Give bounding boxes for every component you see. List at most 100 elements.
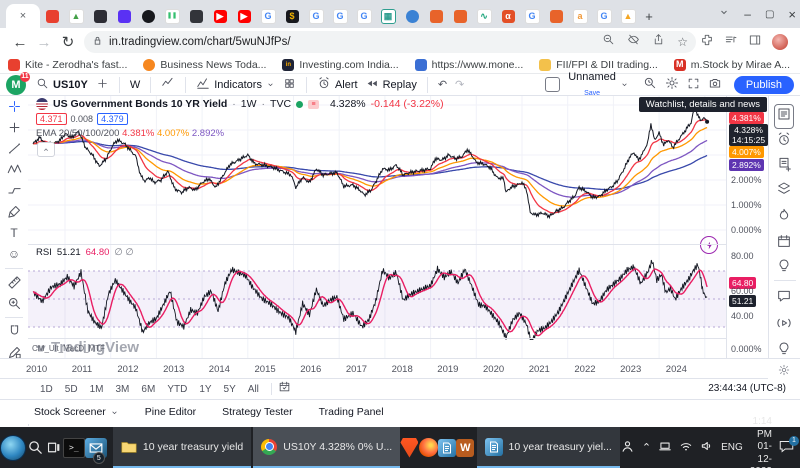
quick-search-button[interactable] [639, 76, 661, 93]
undo-button[interactable]: ↶ [434, 78, 451, 91]
taskbar-folder-window[interactable]: 10 year treasury yield [113, 427, 251, 468]
bookmark-item[interactable]: https://www.mone... [415, 59, 524, 71]
tab-broker-app-favicon[interactable] [88, 4, 112, 28]
range-1d[interactable]: 1D [34, 383, 59, 396]
window-close-button[interactable]: × [788, 7, 796, 22]
tab-browser-orb-favicon[interactable] [400, 4, 424, 28]
tab-moneycontrol-favicon[interactable] [424, 4, 448, 28]
new-tab-button[interactable]: + [640, 4, 658, 28]
taskbar-search-icon[interactable] [26, 427, 44, 468]
chart-style-button[interactable] [157, 76, 179, 93]
watchlist-icon[interactable] [774, 104, 794, 129]
alerts-icon[interactable] [776, 131, 792, 152]
window-minimize-button[interactable]: – [744, 7, 751, 21]
chat-icon[interactable] [776, 288, 792, 309]
object-tree-icon[interactable] [776, 181, 792, 202]
tab-console-favicon[interactable]: ▲ [64, 4, 88, 28]
tab-google-favicon-2[interactable]: G [304, 4, 328, 28]
tab-kite-favicon[interactable] [40, 4, 64, 28]
time-axis[interactable]: 2010201120122013201420152016201720182019… [0, 358, 768, 379]
speaker-icon[interactable] [700, 439, 714, 456]
range-5d[interactable]: 5D [59, 383, 84, 396]
notepad-plus-icon[interactable] [438, 427, 456, 468]
tab-alpha-favicon[interactable]: α [496, 4, 520, 28]
snapshot-camera-button[interactable] [704, 76, 726, 93]
brush-tool[interactable] [0, 201, 28, 222]
tab-moneycontrol-favicon-3[interactable] [544, 4, 568, 28]
alert-button[interactable]: Alert [313, 76, 362, 93]
word-icon[interactable]: W [456, 427, 474, 468]
tab-upstox-favicon[interactable] [112, 4, 136, 28]
symbol-search-button[interactable]: US10Y [32, 77, 92, 93]
symbol-legend[interactable]: US Government Bonds 10 YR Yield ·1W ·TVC… [36, 98, 444, 110]
add-symbol-button[interactable] [92, 77, 113, 93]
zoom-in-tool[interactable] [0, 293, 28, 314]
tab-amazon-favicon[interactable]: a [568, 4, 592, 28]
taskbar-chrome-window[interactable]: US10Y 4.328% 0% U... [253, 427, 400, 468]
reading-list-icon[interactable] [724, 33, 738, 52]
chart-settings-button[interactable] [661, 76, 683, 93]
tab-google-favicon[interactable]: G [256, 4, 280, 28]
range-1m[interactable]: 1M [84, 383, 110, 396]
window-maximize-button[interactable]: ▢ [765, 9, 774, 20]
share-icon[interactable] [652, 33, 665, 51]
range-3m[interactable]: 3M [110, 383, 136, 396]
layout-select-checkbox[interactable] [545, 77, 560, 92]
tab-youtube-favicon-2[interactable]: ▶ [232, 4, 256, 28]
indicator-templates-button[interactable] [279, 77, 300, 93]
tab-close-icon[interactable]: × [20, 10, 26, 22]
range-5y[interactable]: 5Y [218, 383, 242, 396]
language-indicator[interactable]: ENG [721, 442, 743, 453]
zoom-icon[interactable] [602, 33, 615, 51]
tab-tickertape-favicon[interactable] [136, 4, 160, 28]
tab-console-favicon-2[interactable]: ▲ [616, 4, 640, 28]
fullscreen-button[interactable] [683, 77, 704, 93]
range-all[interactable]: All [242, 383, 265, 396]
go-to-date-icon[interactable] [278, 380, 291, 398]
redo-button[interactable]: ↷ [451, 78, 468, 91]
battery-icon[interactable] [658, 439, 672, 456]
publish-button[interactable]: Publish [734, 76, 794, 94]
chart-clock[interactable]: 23:44:34 (UTC-8) [708, 383, 786, 394]
rsi-legend[interactable]: RSI 51.21 64.80 ∅ ∅ [36, 247, 134, 258]
text-tool[interactable]: T [0, 222, 28, 243]
tab-strategy-tester[interactable]: Strategy Tester [222, 406, 292, 418]
indicators-button[interactable]: Indicators [192, 76, 279, 93]
range-ytd[interactable]: YTD [161, 383, 193, 396]
bookmark-item[interactable]: Kite - Zerodha's fast... [8, 59, 127, 71]
active-tab[interactable]: × [6, 4, 40, 28]
pattern-tool[interactable] [0, 159, 28, 180]
legend-collapse-button[interactable] [37, 142, 55, 157]
hotlists-icon[interactable] [776, 207, 792, 228]
reload-button[interactable]: ↻ [56, 33, 80, 51]
address-bar[interactable]: in.tradingview.com/chart/5wuNJfPs/ ☆ [84, 31, 696, 53]
start-button[interactable] [0, 427, 26, 468]
tab-dark-app-favicon[interactable] [184, 4, 208, 28]
wifi-icon[interactable] [679, 439, 693, 456]
terminal-icon[interactable]: >_ [63, 427, 85, 468]
dot-tool[interactable] [0, 117, 28, 138]
tab-moneycontrol-favicon-2[interactable] [448, 4, 472, 28]
tab-chart-line-favicon[interactable]: ∿ [472, 4, 496, 28]
extensions-icon[interactable] [700, 33, 714, 52]
interval-button[interactable]: W [126, 79, 144, 91]
ema-legend[interactable]: EMA 20/50/100/200 4.381% 4.007% 2.892% [36, 128, 224, 139]
taskbar-notepad-window[interactable]: 10 year treasury yiel... [477, 427, 620, 468]
layout-chevron-icon[interactable] [620, 80, 629, 89]
mail-icon[interactable]: 5 [85, 427, 107, 468]
tab-search-chevron[interactable] [718, 5, 730, 23]
chart-area[interactable]: US Government Bonds 10 YR Yield ·1W ·TVC… [28, 96, 726, 358]
tray-clock[interactable]: 1:14 PM01-12-2023 [750, 416, 772, 468]
side-panel-icon[interactable] [748, 33, 762, 52]
macd-pane-legend[interactable]: CM_Ult_MacD_MTF [32, 344, 105, 353]
tab-stock-screener[interactable]: Stock Screener [34, 406, 119, 418]
pane-separator-2[interactable] [28, 338, 768, 339]
tab-pine-editor[interactable]: Pine Editor [145, 406, 196, 418]
action-center-icon[interactable]: 1 [779, 440, 794, 456]
trendline-tool[interactable] [0, 138, 28, 159]
tab-google-favicon-5[interactable]: G [520, 4, 544, 28]
replay-button[interactable]: Replay [362, 77, 421, 93]
tab-trading-panel[interactable]: Trading Panel [319, 406, 384, 418]
scale-settings-corner[interactable] [768, 358, 800, 404]
forward-button[interactable]: → [32, 34, 56, 51]
